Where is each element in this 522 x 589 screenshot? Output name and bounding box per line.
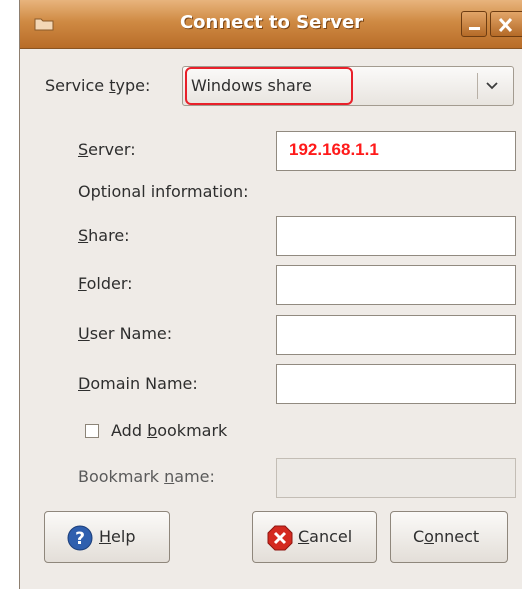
domain-name-label: Domain Name: bbox=[78, 374, 198, 393]
user-name-label: User Name: bbox=[78, 324, 173, 343]
close-button[interactable] bbox=[490, 11, 522, 37]
help-icon: ? bbox=[67, 525, 93, 551]
bookmark-name-input[interactable] bbox=[276, 458, 516, 498]
help-button[interactable]: ? Help bbox=[44, 511, 170, 563]
add-bookmark-checkbox[interactable] bbox=[85, 424, 99, 438]
cancel-icon bbox=[267, 525, 293, 551]
folder-label: Folder: bbox=[78, 274, 133, 293]
help-button-label: Help bbox=[99, 527, 136, 546]
selection-highlight bbox=[185, 67, 353, 105]
svg-text:?: ? bbox=[75, 529, 85, 549]
add-bookmark-label[interactable]: Add bookmark bbox=[111, 421, 227, 440]
chevron-down-icon bbox=[486, 82, 498, 90]
server-label: Server: bbox=[78, 140, 136, 159]
share-label: Share: bbox=[78, 226, 130, 245]
service-type-select[interactable]: Windows share bbox=[182, 66, 514, 106]
title-bar[interactable]: Connect to Server bbox=[20, 0, 522, 49]
combo-separator bbox=[477, 73, 478, 99]
service-type-label: Service type: bbox=[45, 76, 151, 95]
connect-button[interactable]: Connect bbox=[390, 511, 508, 563]
server-value: 192.168.1.1 bbox=[289, 140, 379, 159]
window-title: Connect to Server bbox=[179, 12, 364, 33]
folder-input[interactable] bbox=[276, 265, 516, 305]
domain-name-input[interactable] bbox=[276, 364, 516, 404]
user-name-input[interactable] bbox=[276, 315, 516, 355]
cancel-button-label: Cancel bbox=[298, 527, 353, 546]
cancel-button[interactable]: Cancel bbox=[252, 511, 377, 563]
connect-to-server-window: Connect to Server Service type: Windows … bbox=[19, 0, 522, 589]
server-input[interactable]: 192.168.1.1 bbox=[276, 131, 516, 171]
optional-information-heading: Optional information: bbox=[78, 182, 249, 201]
minimize-icon bbox=[469, 27, 480, 30]
bookmark-name-label: Bookmark name: bbox=[78, 467, 215, 486]
connect-button-label: Connect bbox=[413, 527, 480, 546]
share-input[interactable] bbox=[276, 216, 516, 256]
minimize-button[interactable] bbox=[461, 11, 487, 37]
close-icon bbox=[498, 17, 513, 33]
